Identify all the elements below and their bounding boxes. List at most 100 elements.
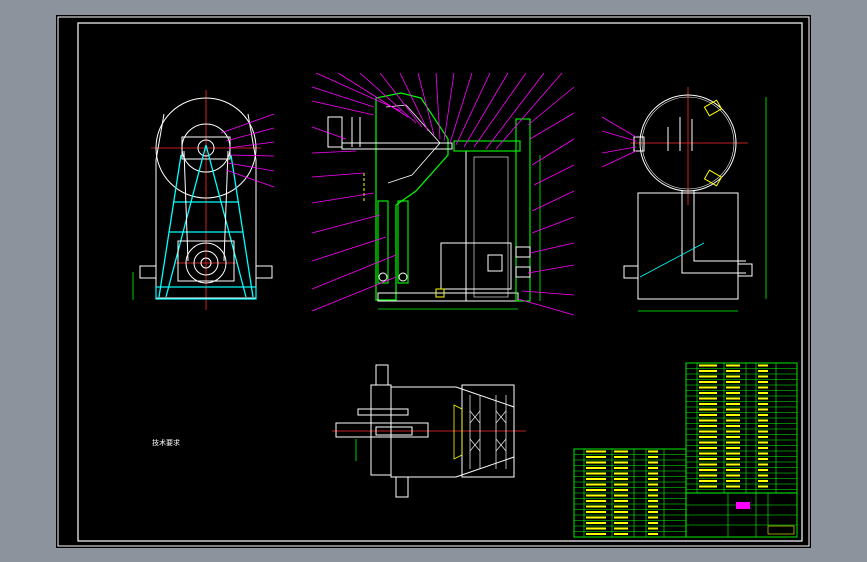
table-text-mark [586,467,606,469]
left-pipe [139,265,157,279]
motor-housing [440,242,512,290]
internal-tubes [667,117,693,151]
table-text-mark [758,419,768,422]
table-text-mark [614,483,628,486]
table-text-mark [726,414,740,416]
table-text-mark [758,375,768,378]
table-text-mark [726,375,740,378]
section-view [311,72,575,316]
right-column-band-2 [515,266,531,278]
table-text-mark [699,408,717,411]
flange-top-right [703,99,723,117]
plan-yellow-inset [453,404,463,460]
table-text-mark [758,386,768,389]
table-text-mark [726,381,740,383]
table-text-mark [648,533,658,535]
table-text-mark [699,485,717,488]
hopper-outline [375,92,449,301]
table-text-mark [726,469,740,471]
table-text-mark [699,452,717,455]
table-text-mark [586,472,606,475]
table-text-mark [758,447,768,449]
table-text-mark [648,516,658,519]
table-text-mark [614,527,628,530]
table-text-mark [699,463,717,466]
table-text-mark [726,430,740,433]
hopper-inner [385,104,441,184]
table-text-mark [648,494,658,497]
table-text-mark [614,489,628,491]
table-text-mark [586,516,606,519]
table-text-mark [586,500,606,502]
title-block-grid [686,493,797,537]
plan-top-pipe [375,364,389,386]
leader-lines-center-top [315,72,563,150]
table-text-mark [726,452,740,455]
table-text-mark [614,533,628,535]
table-text-mark [758,474,768,477]
inner-frame [77,22,803,542]
feed-shaft [327,116,343,148]
table-text-mark [758,463,768,466]
table-text-mark [758,364,768,367]
table-text-mark [726,408,740,411]
title-stamp [736,502,750,509]
table-text-mark [586,461,606,464]
table-text-mark [699,474,717,477]
table-text-mark [648,467,658,469]
table-text-mark [758,469,768,471]
notes-heading: 技术要求 [152,439,180,447]
table-text-mark [699,441,717,444]
drawing-sheet: 技术要求 [56,15,811,548]
table-text-mark [614,467,628,469]
flange-bottom-right [703,169,723,187]
table-text-mark [586,489,606,491]
table-text-mark [726,370,740,372]
table-text-mark [614,505,628,508]
motor-terminal-box [487,254,503,272]
table-text-mark [699,397,717,400]
table-text-mark [726,458,740,460]
pipe-end-right [737,263,753,277]
table-text-mark [586,483,606,486]
table-text-mark [699,458,717,460]
plan-bottom-pipe [395,476,409,498]
table-text-mark [648,527,658,530]
table-text-mark [758,480,768,482]
plan-frustum [390,386,515,478]
discharge-tube-left [377,200,389,284]
table-text-mark [726,386,740,389]
table-text-mark [699,436,717,438]
table-text-mark [726,463,740,466]
leader-lines-right [601,116,637,168]
right-column [515,118,531,302]
tube-end-left [378,272,388,282]
table-text-mark [726,425,740,427]
table-text-mark [586,456,606,458]
table-text-mark [614,516,628,519]
table-text-mark [614,500,628,502]
tube-end-right [398,272,408,282]
table-text-mark [758,436,768,438]
pipe-end-left [623,265,639,279]
table-text-mark [586,450,606,453]
table-text-mark [614,494,628,497]
table-text-mark [648,511,658,513]
table-text-mark [758,441,768,444]
table-text-mark [726,419,740,422]
table-text-mark [726,397,740,400]
table-text-mark [699,430,717,433]
table-text-mark [726,436,740,438]
right-view-base [637,192,739,300]
table-text-mark [586,533,606,535]
table-text-mark [648,478,658,480]
end-view [601,87,767,312]
table-text-mark [648,505,658,508]
table-text-mark [726,364,740,367]
table-text-mark [699,381,717,383]
table-text-mark [648,461,658,464]
table-text-mark [758,392,768,394]
table-text-mark [726,485,740,488]
table-text-mark [614,461,628,464]
table-text-mark [648,522,658,524]
